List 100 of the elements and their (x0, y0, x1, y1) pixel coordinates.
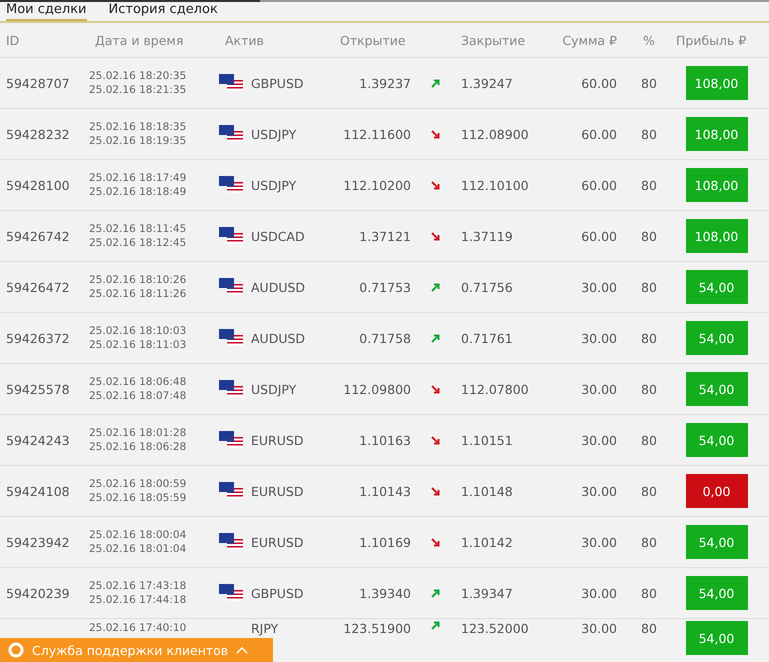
id-cell-text: 59428707 (5, 76, 71, 90)
percent-cell-text: 80 (640, 330, 658, 346)
column-header: ID (5, 32, 20, 48)
percent-cell-text: 80 (640, 126, 658, 142)
close-price: 0.71756 (460, 280, 514, 294)
percent-cell-text: 80 (640, 76, 658, 90)
amount-cell-text: 30.00 (580, 586, 617, 600)
asset-name: GBPUSD (251, 76, 304, 90)
asset-name: AUDUSD (251, 280, 306, 294)
profit-badge: 0,00 (686, 474, 748, 508)
column-header: Дата и время (94, 32, 184, 48)
amount-cell-text: 30.00 (580, 330, 617, 346)
close-time: 25.02.16 18:19:35 (89, 134, 188, 148)
open-price: 123.51900 (342, 621, 411, 636)
id-cell-text: 59426742 (5, 228, 71, 244)
asset-name: GBPUSD (251, 586, 304, 600)
profit-badge: 108,00 (686, 66, 748, 100)
profit-badge: 54,00 (686, 321, 748, 355)
profit-badge: 54,00 (686, 423, 748, 457)
close-price: 112.07800 (460, 382, 530, 396)
flag-pair-icon (219, 278, 243, 296)
open-time: 25.02.16 18:11:45 (89, 222, 188, 236)
open-price: 1.10169 (358, 534, 411, 550)
flag-pair-icon (219, 584, 243, 602)
percent-cell-text: 80 (640, 382, 658, 396)
profit-badge: 108,00 (686, 117, 748, 151)
close-price: 1.37119 (460, 228, 514, 244)
column-header: Сумма ₽ (561, 32, 617, 48)
open-time: 25.02.16 18:00:59 (89, 477, 188, 491)
open-time: 25.02.16 18:17:49 (89, 171, 188, 185)
close-time: 25.02.16 18:07:48 (89, 389, 188, 403)
asset-name: EURUSD (251, 534, 304, 550)
asset-name: USDJPY (251, 178, 296, 192)
open-time: 25.02.16 18:10:03 (89, 324, 188, 338)
percent-cell-text: 80 (640, 228, 658, 244)
asset-name: AUDUSD (251, 330, 306, 346)
percent-cell-text: 80 (640, 621, 658, 636)
asset-name: EURUSD (251, 432, 304, 448)
percent-cell-text: 80 (640, 432, 658, 448)
close-price: 112.10100 (460, 178, 530, 192)
profit-badge: 54,00 (686, 576, 748, 610)
amount-cell-text: 60.00 (580, 126, 617, 142)
id-cell-text: 59426372 (5, 330, 71, 346)
amount-cell-text: 30.00 (580, 534, 617, 550)
id-cell-text: 59424243 (5, 432, 71, 448)
open-time: 25.02.16 18:18:35 (89, 120, 188, 134)
column-header: Прибыль ₽ (675, 32, 748, 48)
profit-badge: 54,00 (686, 525, 748, 559)
open-time: 25.02.16 18:06:48 (89, 375, 188, 389)
percent-cell-text: 80 (640, 178, 658, 192)
percent-cell-text: 80 (640, 280, 658, 294)
amount-cell-text: 60.00 (580, 178, 617, 192)
profit-badge: 108,00 (686, 219, 748, 253)
open-price: 1.10143 (358, 484, 411, 498)
flag-pair-icon (219, 74, 243, 92)
close-price: 0.71761 (460, 330, 514, 346)
column-header: % (642, 32, 656, 48)
lifebuoy-icon (8, 642, 24, 658)
tab[interactable]: Мои сделки (6, 2, 86, 21)
amount-cell-text: 30.00 (580, 382, 617, 396)
asset-name: USDCAD (251, 228, 305, 244)
column-header: Актив (224, 32, 265, 48)
percent-cell-text: 80 (640, 586, 658, 600)
flag-pair-icon (219, 176, 243, 194)
close-price: 1.39247 (460, 76, 514, 90)
amount-cell-text: 60.00 (580, 76, 617, 90)
close-price: 1.10148 (460, 484, 514, 498)
profit-badge: 108,00 (686, 168, 748, 202)
close-time: 25.02.16 18:12:45 (89, 236, 188, 250)
flag-pair-icon (219, 329, 243, 347)
tab[interactable]: История сделок (108, 2, 218, 21)
open-price: 1.39340 (358, 586, 411, 600)
percent-cell-text: 80 (640, 484, 658, 498)
amount-cell-text: 30.00 (580, 280, 617, 294)
asset-name: EURUSD (251, 484, 304, 498)
profit-badge: 54,00 (686, 372, 748, 406)
close-price: 1.10151 (460, 432, 514, 448)
profit-badge: 54,00 (686, 621, 748, 655)
close-time: 25.02.16 17:44:18 (89, 593, 188, 607)
flag-pair-icon (219, 125, 243, 143)
id-cell-text: 59428232 (5, 126, 71, 142)
id-cell-text: 59426472 (5, 280, 71, 294)
close-price: 1.10142 (460, 534, 514, 550)
amount-cell-text: 30.00 (580, 621, 617, 636)
close-time: 25.02.16 18:11:26 (89, 287, 188, 301)
flag-pair-icon (219, 227, 243, 245)
close-price: 112.08900 (460, 126, 530, 142)
open-price: 1.37121 (358, 228, 411, 244)
open-time: 25.02.16 18:01:28 (89, 426, 188, 440)
flag-pair-icon (219, 533, 243, 551)
close-time: 25.02.16 18:05:59 (89, 491, 188, 505)
open-price: 1.10163 (358, 432, 411, 448)
column-header: Закрытие (460, 32, 526, 48)
open-price: 112.09800 (342, 382, 411, 396)
close-time: 25.02.16 18:18:49 (89, 185, 188, 199)
id-cell-text: 59420239 (5, 586, 71, 600)
id-cell-text: 59425578 (5, 382, 71, 396)
close-price: 1.39347 (460, 586, 514, 600)
amount-cell-text: 60.00 (580, 228, 617, 244)
close-time: 25.02.16 18:21:35 (89, 83, 188, 97)
